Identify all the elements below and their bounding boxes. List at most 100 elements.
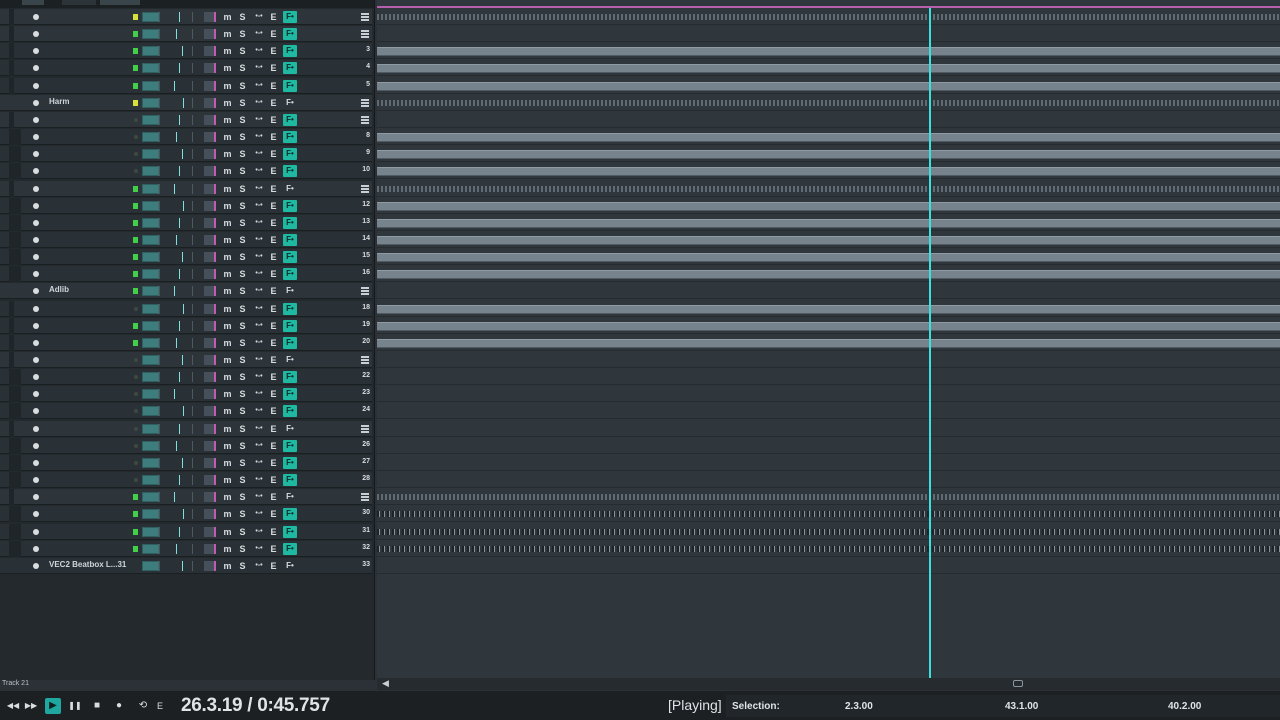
solo-button[interactable]: S [237,217,248,229]
pan-knob[interactable] [182,149,183,159]
envelope-button[interactable]: E [268,337,279,349]
pan-knob[interactable] [176,29,177,39]
track-row[interactable]: m S •-• E F• 13 [0,215,372,231]
input-monitor-box[interactable] [204,544,216,554]
input-monitor-box[interactable] [204,166,216,176]
envelope-button[interactable]: E [268,560,279,572]
input-monitor-box[interactable] [204,201,216,211]
record-arm-icon[interactable] [33,306,39,312]
pan-knob[interactable] [179,372,180,382]
mute-button[interactable]: m [222,303,233,315]
folder-icon[interactable] [361,116,369,124]
media-item[interactable] [377,47,1280,56]
solo-button[interactable]: S [237,320,248,332]
fx-button[interactable]: F• [283,268,297,280]
folder-icon[interactable] [361,493,369,501]
track-row[interactable]: m S •-• E F• [0,489,372,505]
record-arm-icon[interactable] [33,494,39,500]
solo-button[interactable]: S [237,183,248,195]
envelope-button[interactable]: E [268,148,279,160]
mute-button[interactable]: m [222,354,233,366]
track-row[interactable]: m S •-• E F• 8 [0,129,372,145]
envelope-button[interactable]: E [268,285,279,297]
solo-button[interactable]: S [237,114,248,126]
routing-button[interactable]: •-• [252,543,266,555]
fx-button[interactable]: F• [283,440,297,452]
mute-button[interactable]: m [222,508,233,520]
envelope-button[interactable]: E [268,491,279,503]
input-monitor-box[interactable] [204,527,216,537]
record-arm-icon[interactable] [33,117,39,123]
envelope-button[interactable]: E [268,200,279,212]
solo-button[interactable]: S [237,45,248,57]
routing-button[interactable]: •-• [252,251,266,263]
fx-button[interactable]: F• [283,474,297,486]
mute-button[interactable]: m [222,183,233,195]
fx-button[interactable]: F• [283,320,297,332]
routing-button[interactable]: •-• [252,285,266,297]
record-arm-icon[interactable] [33,357,39,363]
input-monitor-box[interactable] [204,12,216,22]
envelope-button[interactable]: E [268,268,279,280]
fx-button[interactable]: F• [283,148,297,160]
solo-button[interactable]: S [237,354,248,366]
fx-button[interactable]: F• [283,388,297,400]
input-monitor-box[interactable] [204,406,216,416]
routing-button[interactable]: •-• [252,28,266,40]
mute-button[interactable]: m [222,45,233,57]
fx-button[interactable]: F• [283,28,297,40]
envelope-button[interactable]: E [268,405,279,417]
fx-button[interactable]: F• [283,508,297,520]
record-arm-icon[interactable] [33,14,39,20]
pan-knob[interactable] [176,235,177,245]
track-row[interactable]: m S •-• E F• 14 [0,232,372,248]
envelope-button[interactable]: E [268,440,279,452]
record-arm-icon[interactable] [33,323,39,329]
fx-button[interactable]: F• [283,45,297,57]
input-monitor-box[interactable] [204,492,216,502]
pan-knob[interactable] [174,389,175,399]
record-arm-icon[interactable] [33,168,39,174]
mute-button[interactable]: m [222,526,233,538]
input-monitor-box[interactable] [204,424,216,434]
folder-icon[interactable] [361,30,369,38]
solo-button[interactable]: S [237,251,248,263]
fx-button[interactable]: F• [283,62,297,74]
pan-knob[interactable] [182,355,183,365]
input-monitor-box[interactable] [204,29,216,39]
pan-knob[interactable] [179,166,180,176]
input-monitor-box[interactable] [204,149,216,159]
media-item[interactable] [377,322,1280,331]
input-monitor-box[interactable] [204,458,216,468]
input-monitor-box[interactable] [204,509,216,519]
fx-button[interactable]: F• [283,131,297,143]
fx-button[interactable]: F• [283,337,297,349]
record-button[interactable]: ● [111,698,127,714]
solo-button[interactable]: S [237,303,248,315]
routing-button[interactable]: •-• [252,526,266,538]
solo-button[interactable]: S [237,62,248,74]
mute-button[interactable]: m [222,371,233,383]
envelope-button[interactable]: E [268,165,279,177]
fx-button[interactable]: F• [283,183,297,195]
mute-button[interactable]: m [222,560,233,572]
envelope-button[interactable]: E [268,234,279,246]
routing-button[interactable]: •-• [252,474,266,486]
input-monitor-box[interactable] [204,321,216,331]
record-arm-icon[interactable] [33,186,39,192]
record-arm-icon[interactable] [33,460,39,466]
media-item[interactable] [377,82,1280,91]
pan-knob[interactable] [183,304,184,314]
envelope-button[interactable]: E [268,526,279,538]
input-monitor-box[interactable] [204,338,216,348]
track-row[interactable]: m S •-• E F• 3 [0,43,372,59]
pan-knob[interactable] [179,269,180,279]
solo-button[interactable]: S [237,423,248,435]
fx-button[interactable]: F• [283,285,297,297]
input-monitor-box[interactable] [204,218,216,228]
pan-knob[interactable] [182,458,183,468]
record-arm-icon[interactable] [33,203,39,209]
routing-button[interactable]: •-• [252,114,266,126]
edit-mode-button[interactable]: E [152,698,168,714]
solo-button[interactable]: S [237,474,248,486]
